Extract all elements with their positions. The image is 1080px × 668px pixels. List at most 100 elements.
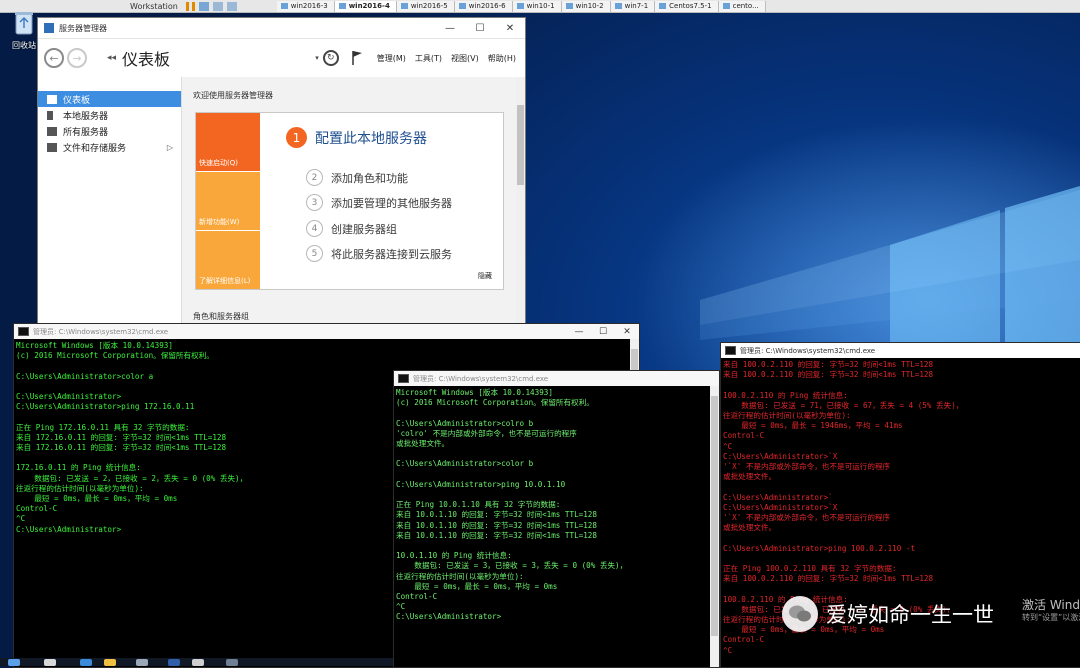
- activate-windows-subtext: 转到“设置”以激活 Windows。: [1022, 613, 1080, 622]
- tile-label: 新增功能(W): [199, 218, 240, 226]
- explorer-icon[interactable]: [104, 659, 116, 666]
- console-line: Control-C: [723, 635, 765, 645]
- watermark-text: 爱婷如命一生一世: [826, 603, 994, 627]
- server-manager-window: 服务器管理器 — ☐ ✕ ← → ◂◂ 仪表板 ▾ ↻ 管理(M) 工具(T) …: [37, 17, 526, 332]
- refresh-icon[interactable]: ↻: [322, 50, 339, 66]
- wechat-watermark: 爱婷如命一生一世: [782, 596, 994, 632]
- console-line: 数据包: 已发送 = 3，已接收 = 3，丢失 = 0 (0% 丢失)，: [396, 561, 628, 571]
- cmd-titlebar[interactable]: 管理员: C:\Windows\system32\cmd.exe — ☐ ✕: [14, 324, 639, 339]
- scrollbar[interactable]: [516, 77, 525, 331]
- taskbar-icon[interactable]: [226, 659, 238, 666]
- toolbar-icon[interactable]: [198, 1, 209, 11]
- vm-tab[interactable]: win2016-4: [334, 0, 397, 12]
- sidebar-item-dashboard[interactable]: 仪表板: [38, 91, 181, 107]
- console-line: Microsoft Windows [版本 10.0.14393]: [16, 341, 173, 350]
- server-manager-titlebar[interactable]: 服务器管理器 — ☐ ✕: [38, 18, 525, 39]
- page-title: 仪表板: [122, 50, 171, 69]
- menu-help[interactable]: 帮助(H): [488, 53, 516, 64]
- pause-icon[interactable]: [185, 1, 195, 11]
- taskbar: [0, 658, 393, 666]
- console-line: (c) 2016 Microsoft Corporation。保留所有权利。: [16, 351, 214, 361]
- notification-flag-icon[interactable]: [351, 50, 363, 66]
- menu-manage[interactable]: 管理(M): [377, 53, 406, 64]
- hide-link[interactable]: 隐藏: [478, 271, 492, 281]
- vm-tab[interactable]: win2016-3: [276, 0, 335, 12]
- console-line: C:\Users\Administrator>`: [723, 492, 833, 502]
- menu-view[interactable]: 视图(V): [451, 53, 479, 64]
- cmd-icon: [18, 327, 29, 336]
- vmware-tab-bar: Workstation win2016-3 win2016-4 win2016-5 w…: [0, 0, 1080, 13]
- cmd-title: 管理员: C:\Windows\system32\cmd.exe: [413, 374, 549, 383]
- console-line: C:\Users\Administrator>`X: [723, 502, 838, 512]
- minimize-button[interactable]: —: [435, 23, 465, 34]
- maximize-button[interactable]: ☐: [465, 23, 495, 34]
- step-add-servers[interactable]: 3 添加要管理的其他服务器: [306, 194, 452, 211]
- cmd-title: 管理员: C:\Windows\system32\cmd.exe: [33, 327, 169, 336]
- console-line: 来自 10.0.1.10 的回复: 字节=32 时间<1ms TTL=128: [396, 510, 597, 520]
- sidebar-nav: 仪表板 本地服务器 所有服务器 文件和存储服务 ▷: [38, 77, 182, 331]
- tile-learn-more[interactable]: 了解详细信息(L): [196, 231, 260, 289]
- section-heading: 角色和服务器组: [193, 312, 249, 321]
- step-label: 配置此本地服务器: [315, 130, 427, 147]
- server-manager-taskbar-icon[interactable]: [136, 659, 148, 666]
- forward-button[interactable]: →: [67, 48, 87, 68]
- step-label: 将此服务器连接到云服务: [331, 247, 452, 261]
- vm-tab[interactable]: cento...: [718, 0, 766, 12]
- vm-tab[interactable]: win7-1: [610, 0, 656, 12]
- ie-icon[interactable]: [80, 659, 92, 666]
- vm-tab[interactable]: win10-1: [512, 0, 562, 12]
- scrollbar[interactable]: [710, 386, 719, 667]
- cmd-taskbar-icon[interactable]: [192, 659, 204, 666]
- close-button[interactable]: ✕: [495, 23, 525, 34]
- tile-quick-start[interactable]: 快速启动(Q): [196, 113, 260, 171]
- dropdown-icon[interactable]: ▾: [315, 54, 319, 62]
- console-line: 数据包: 已发送 = 71，已接收 = 67，丢失 = 4 (5% 丢失)，: [723, 400, 964, 410]
- step-number: 5: [306, 245, 323, 262]
- console-line: 来自 100.0.2.110 的回复: 字节=32 时间<1ms TTL=128: [723, 370, 934, 380]
- welcome-heading: 欢迎使用服务器管理器: [193, 91, 273, 100]
- cmd-window-2: 管理员: C:\Windows\system32\cmd.exe Microso…: [393, 370, 720, 668]
- vm-tab[interactable]: win10-2: [561, 0, 611, 12]
- toolbar-icon[interactable]: [212, 1, 223, 11]
- step-add-roles[interactable]: 2 添加角色和功能: [306, 169, 408, 186]
- sidebar-item-label: 仪表板: [63, 95, 91, 106]
- maximize-button[interactable]: ☐: [591, 327, 615, 337]
- step-configure-local-server[interactable]: 1 配置此本地服务器: [286, 127, 427, 148]
- console-output[interactable]: Microsoft Windows [版本 10.0.14393] (c) 201…: [396, 388, 709, 667]
- breadcrumb-arrows: ◂◂: [107, 53, 117, 63]
- toolbar-icon[interactable]: [226, 1, 237, 11]
- vm-tab[interactable]: win2016-6: [454, 0, 513, 12]
- vm-tab[interactable]: Centos7.5-1: [655, 0, 719, 12]
- step-number: 2: [306, 169, 323, 186]
- cmd-titlebar[interactable]: 管理员: C:\Windows\system32\cmd.exe: [721, 343, 1080, 358]
- server-manager-header: ← → ◂◂ 仪表板 ▾ ↻ 管理(M) 工具(T) 视图(V) 帮助(H): [38, 39, 525, 78]
- servers-icon: [47, 126, 57, 136]
- minimize-button[interactable]: —: [567, 327, 591, 337]
- console-line: 正在 Ping 100.0.2.110 具有 32 字节的数据:: [723, 564, 897, 574]
- step-connect-cloud[interactable]: 5 将此服务器连接到云服务: [306, 245, 452, 262]
- sidebar-item-file-storage[interactable]: 文件和存储服务 ▷: [38, 139, 181, 155]
- console-line: ^C: [396, 602, 406, 612]
- console-line: 正在 Ping 10.0.1.10 具有 32 字节的数据:: [396, 500, 561, 510]
- search-icon[interactable]: [44, 659, 56, 666]
- sidebar-item-all-servers[interactable]: 所有服务器: [38, 123, 181, 139]
- menu-tools[interactable]: 工具(T): [415, 53, 442, 64]
- sidebar-item-label: 本地服务器: [63, 111, 109, 122]
- vm-tab[interactable]: win2016-5: [396, 0, 455, 12]
- console-line: 来自 100.0.2.110 的回复: 字节=32 时间<1ms TTL=128: [723, 360, 934, 369]
- sidebar-item-label: 文件和存储服务: [63, 143, 127, 154]
- start-icon[interactable]: [8, 659, 20, 666]
- console-line: 来自 100.0.2.110 的回复: 字节=32 时间<1ms TTL=128: [723, 574, 934, 584]
- back-button[interactable]: ←: [44, 48, 64, 68]
- window-title: 服务器管理器: [59, 23, 107, 33]
- sidebar-item-local-server[interactable]: 本地服务器: [38, 107, 181, 123]
- close-button[interactable]: ✕: [615, 327, 639, 337]
- step-create-group[interactable]: 4 创建服务器组: [306, 220, 397, 237]
- tile-whats-new[interactable]: 新增功能(W): [196, 172, 260, 230]
- cmd-titlebar[interactable]: 管理员: C:\Windows\system32\cmd.exe: [394, 371, 719, 386]
- powershell-icon[interactable]: [168, 659, 180, 666]
